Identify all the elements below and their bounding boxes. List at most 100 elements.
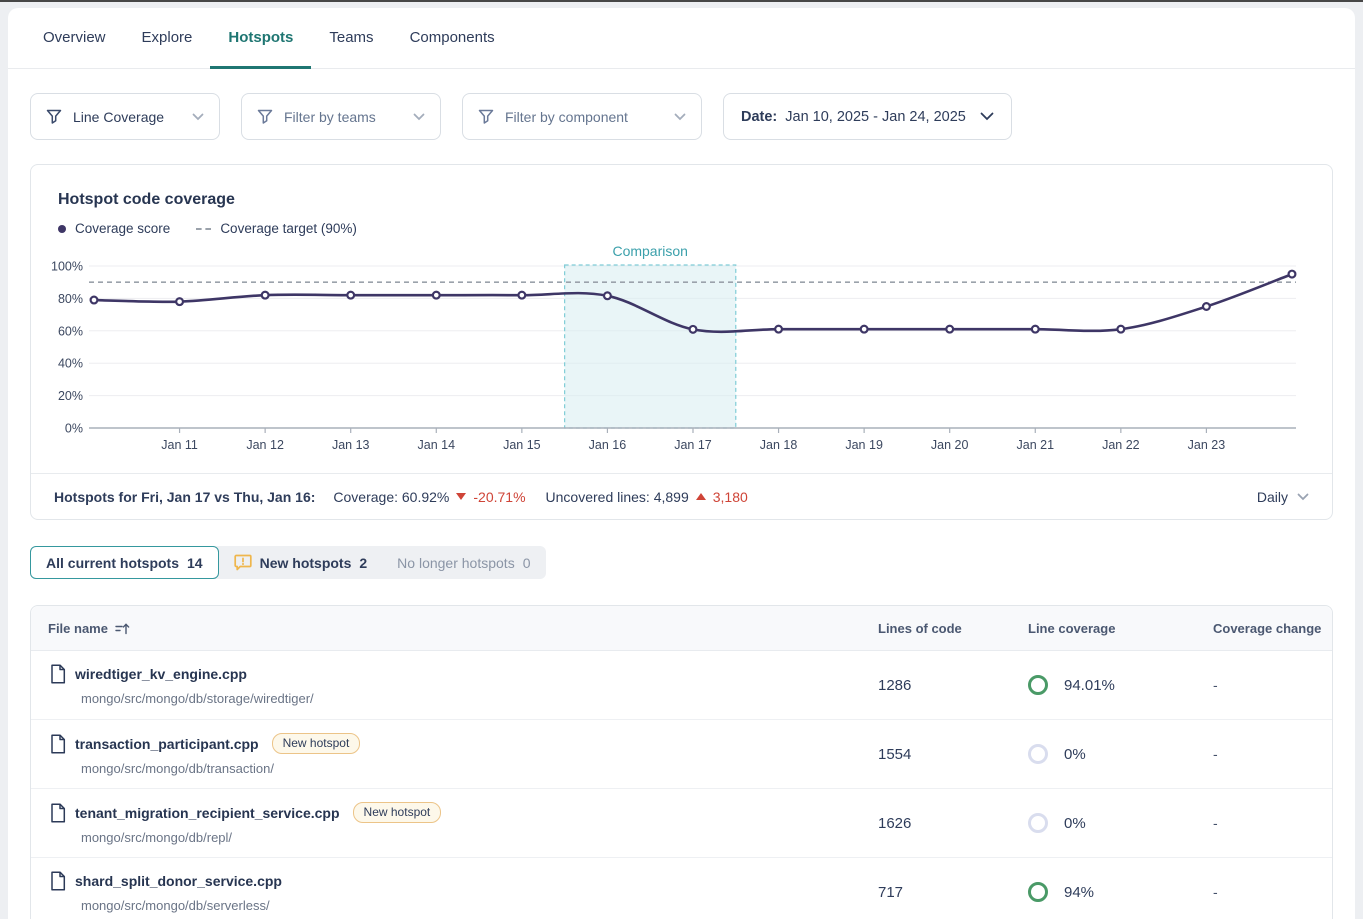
svg-text:Jan 16: Jan 16 (589, 438, 627, 452)
coverage-ring-icon (1028, 813, 1048, 833)
svg-text:Jan 11: Jan 11 (161, 438, 198, 452)
lines-of-code-value: 717 (878, 858, 1028, 919)
new-hotspot-badge: New hotspot (272, 733, 361, 754)
file-icon (50, 803, 66, 823)
file-path: mongo/src/mongo/db/repl/ (81, 830, 878, 845)
coverage-type-filter[interactable]: Line Coverage (30, 93, 220, 140)
chevron-down-icon (674, 113, 686, 121)
file-name[interactable]: tenant_migration_recipient_service.cpp (75, 805, 340, 821)
column-coverage-change[interactable]: Coverage change (1188, 621, 1332, 636)
decrease-arrow-icon (456, 493, 466, 500)
svg-text:Jan 17: Jan 17 (674, 438, 712, 452)
sort-ascending-icon (115, 622, 130, 635)
hotspot-tab-label: New hotspots (260, 555, 352, 571)
tab-hotspots[interactable]: Hotspots (210, 8, 311, 69)
chevron-down-icon (192, 113, 204, 121)
file-path: mongo/src/mongo/db/transaction/ (81, 761, 878, 776)
hotspot-files-table: File name Lines of code Line coverage Co… (30, 605, 1333, 919)
svg-text:Jan 14: Jan 14 (418, 438, 456, 452)
uncovered-lines-value: Uncovered lines: 4,899 (546, 489, 689, 505)
date-range-filter[interactable]: Date: Jan 10, 2025 - Jan 24, 2025 (723, 93, 1012, 140)
svg-text:Jan 22: Jan 22 (1102, 438, 1140, 452)
new-hotspot-badge: New hotspot (353, 802, 442, 823)
svg-text:Jan 18: Jan 18 (760, 438, 798, 452)
coverage-delta: -20.71% (473, 489, 525, 505)
table-header-row: File name Lines of code Line coverage Co… (31, 606, 1332, 651)
chevron-down-icon (980, 112, 994, 121)
line-coverage-cell: 0% (1028, 720, 1188, 788)
svg-text:80%: 80% (58, 292, 83, 306)
coverage-change-value: - (1188, 858, 1332, 919)
hotspots-page: OverviewExploreHotspotsTeamsComponents L… (8, 8, 1355, 919)
file-icon (50, 664, 66, 684)
tab-teams[interactable]: Teams (311, 8, 391, 69)
coverage-percent: 94% (1064, 884, 1094, 901)
component-filter-label: Filter by component (505, 109, 628, 125)
tab-explore[interactable]: Explore (124, 8, 211, 69)
top-nav: OverviewExploreHotspotsTeamsComponents (8, 8, 1355, 69)
file-name[interactable]: wiredtiger_kv_engine.cpp (75, 666, 247, 682)
line-coverage-cell: 94.01% (1028, 651, 1188, 719)
teams-filter[interactable]: Filter by teams (241, 93, 441, 140)
line-coverage-cell: 0% (1028, 789, 1188, 857)
file-name[interactable]: transaction_participant.cpp (75, 736, 259, 752)
hotspot-tab-strip: All current hotspots14New hotspots2No lo… (30, 546, 546, 579)
coverage-line-chart[interactable]: 0%20%40%60%80%100%ComparisonJan 11Jan 12… (31, 241, 1332, 469)
file-icon (50, 871, 66, 891)
component-filter[interactable]: Filter by component (462, 93, 702, 140)
legend-item: Coverage target (90%) (196, 221, 357, 236)
file-cell: transaction_participant.cpp New hotspot … (31, 720, 878, 788)
increase-arrow-icon (696, 493, 706, 500)
legend-label: Coverage score (75, 221, 170, 236)
file-name-header-label: File name (48, 621, 108, 636)
coverage-change-value: - (1188, 651, 1332, 719)
table-row[interactable]: wiredtiger_kv_engine.cpp mongo/src/mongo… (31, 651, 1332, 720)
series-dot-icon (58, 225, 66, 233)
file-cell: wiredtiger_kv_engine.cpp mongo/src/mongo… (31, 651, 878, 719)
lines-of-code-value: 1286 (878, 651, 1028, 719)
tab-overview[interactable]: Overview (25, 8, 124, 69)
table-row[interactable]: shard_split_donor_service.cpp mongo/src/… (31, 858, 1332, 919)
date-range-value: Jan 10, 2025 - Jan 24, 2025 (785, 109, 966, 125)
svg-text:Jan 15: Jan 15 (503, 438, 541, 452)
table-row[interactable]: transaction_participant.cpp New hotspot … (31, 720, 1332, 789)
table-row[interactable]: tenant_migration_recipient_service.cpp N… (31, 789, 1332, 858)
svg-text:40%: 40% (58, 357, 83, 371)
coverage-ring-icon (1028, 882, 1048, 902)
lines-of-code-value: 1554 (878, 720, 1028, 788)
hotspot-tab-all-current-hotspots[interactable]: All current hotspots14 (30, 546, 219, 579)
svg-text:0%: 0% (65, 422, 83, 436)
chart-legend: Coverage score Coverage target (90%) (58, 221, 357, 236)
granularity-value: Daily (1257, 489, 1288, 505)
coverage-ring-icon (1028, 675, 1048, 695)
chart-title: Hotspot code coverage (58, 191, 235, 209)
lines-of-code-value: 1626 (878, 789, 1028, 857)
tab-components[interactable]: Components (392, 8, 513, 69)
hotspot-tab-no-longer-hotspots[interactable]: No longer hotspots0 (382, 546, 545, 579)
hotspot-tab-count: 0 (523, 555, 531, 571)
line-coverage-cell: 94% (1028, 858, 1188, 919)
svg-text:Jan 13: Jan 13 (332, 438, 370, 452)
date-prefix: Date: (741, 109, 777, 125)
coverage-percent: 0% (1064, 746, 1086, 763)
hotspot-tab-label: All current hotspots (46, 555, 179, 571)
file-path: mongo/src/mongo/db/storage/wiredtiger/ (81, 691, 878, 706)
uncovered-lines-delta: 3,180 (713, 489, 748, 505)
column-lines-of-code[interactable]: Lines of code (878, 621, 1028, 636)
coverage-change-value: - (1188, 720, 1332, 788)
hotspot-tab-new-hotspots[interactable]: New hotspots2 (219, 546, 383, 579)
comparison-region-label: Comparison (612, 243, 687, 259)
coverage-chart-card: Hotspot code coverage Coverage scoreCove… (30, 164, 1333, 520)
granularity-select[interactable]: Daily (1257, 489, 1309, 505)
chevron-down-icon (413, 113, 425, 121)
coverage-value: Coverage: 60.92% (333, 489, 449, 505)
coverage-percent: 94.01% (1064, 677, 1115, 694)
svg-text:Jan 20: Jan 20 (931, 438, 969, 452)
svg-text:Jan 12: Jan 12 (246, 438, 284, 452)
column-line-coverage[interactable]: Line coverage (1028, 621, 1188, 636)
svg-text:Jan 21: Jan 21 (1017, 438, 1055, 452)
column-file-name[interactable]: File name (31, 621, 878, 636)
svg-text:20%: 20% (58, 389, 83, 403)
coverage-change-value: - (1188, 789, 1332, 857)
file-name[interactable]: shard_split_donor_service.cpp (75, 873, 282, 889)
